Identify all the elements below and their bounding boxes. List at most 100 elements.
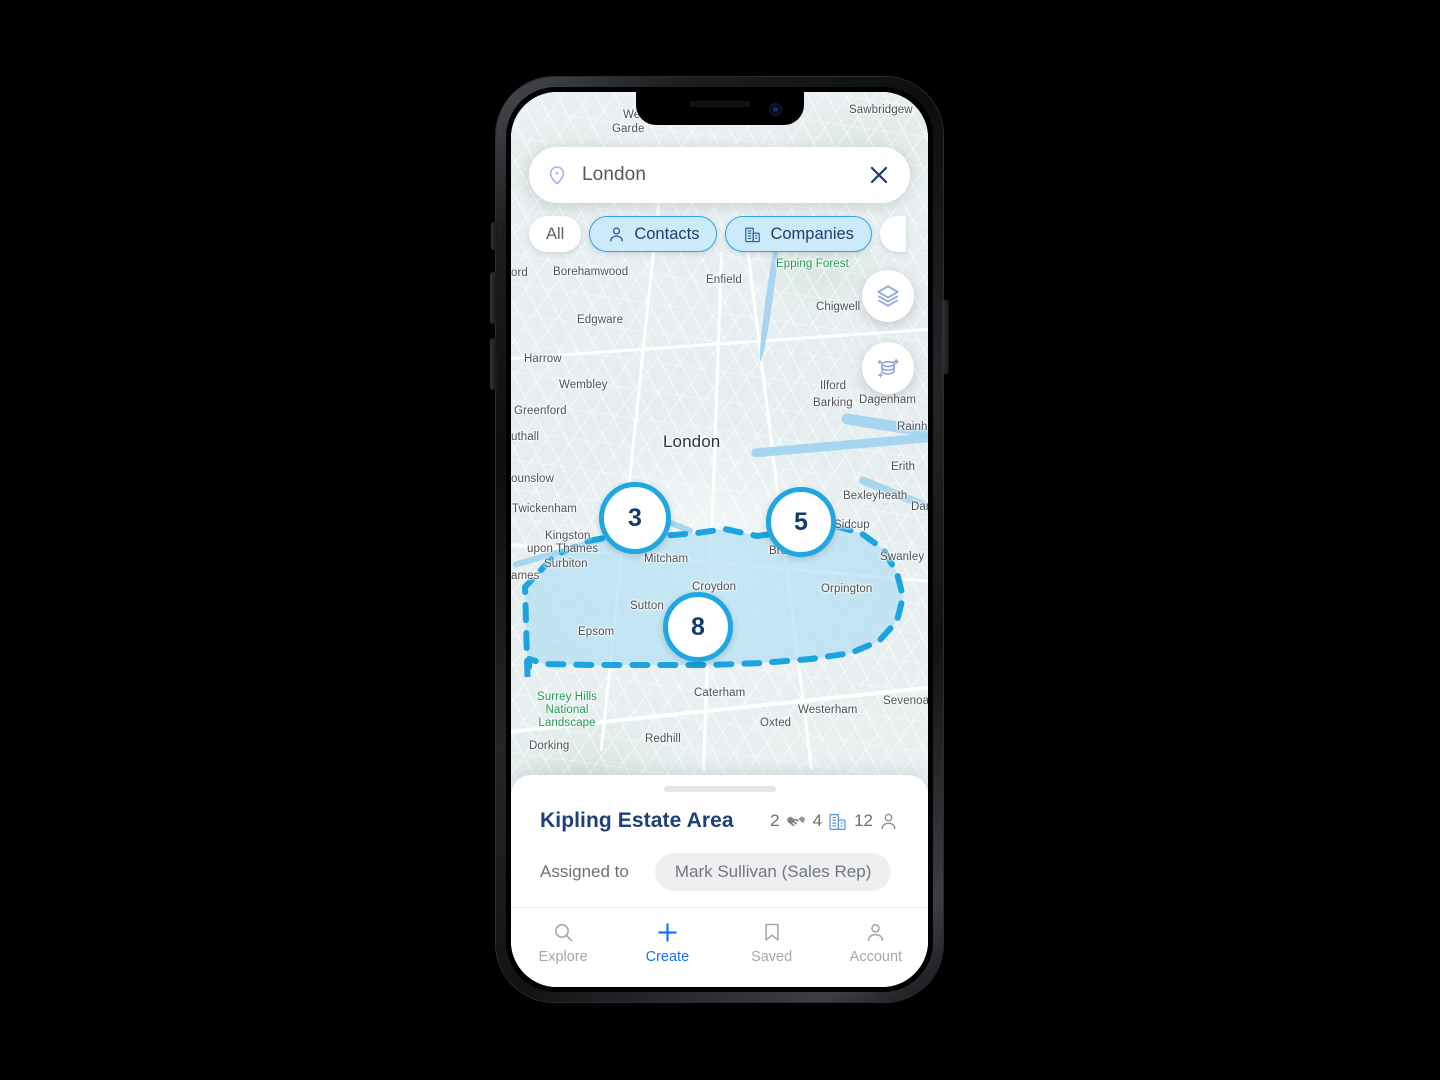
screenshot-stage: Sawbridgew Wel Garde ord Borehamwood Enfield E… [0, 0, 1440, 1080]
filter-chip-companies[interactable]: Companies [725, 216, 872, 252]
map-label: Greenford [514, 405, 567, 417]
earpiece-speaker [688, 101, 751, 107]
map-label: Rainha [897, 421, 928, 433]
map-label: Westerham [798, 704, 858, 716]
filter-chip-row[interactable]: All Contacts Companies [529, 216, 928, 252]
tab-account[interactable]: Account [824, 919, 928, 965]
park-line-1: Surrey Hills [537, 691, 597, 703]
search-input[interactable]: London [582, 164, 866, 186]
front-camera-icon [768, 103, 782, 116]
map-label: Sevenoa [883, 695, 928, 707]
map-label: Surbiton [544, 558, 588, 570]
map-label: Garde [612, 123, 645, 135]
tab-saved-icon-wrap [761, 919, 783, 945]
map-label: Epping Forest [776, 258, 849, 270]
filter-chip-all[interactable]: All [529, 216, 582, 252]
location-pin-icon [549, 166, 565, 185]
cluster-marker[interactable]: 3 [599, 482, 671, 554]
map-label: Orpington [821, 583, 873, 595]
territory-detail-sheet[interactable]: Kipling Estate Area 2 4 12 Assigned to M… [511, 775, 928, 907]
map-label: Dar [911, 501, 928, 513]
map-label: upon Thames [527, 543, 599, 555]
data-insights-button[interactable] [862, 342, 914, 394]
stat-deals: 2 [770, 810, 806, 832]
sheet-header: Kipling Estate Area 2 4 12 [540, 809, 899, 833]
layers-button[interactable] [862, 270, 914, 322]
map-label: Redhill [645, 733, 681, 745]
map-label: Sawbridgew [849, 104, 913, 116]
map-label: London [663, 432, 721, 451]
filter-chip-contacts[interactable]: Contacts [589, 216, 718, 252]
bottom-tab-bar[interactable]: Explore Create Saved Account [511, 907, 928, 987]
building-icon [829, 813, 846, 830]
map-label: Edgware [577, 314, 624, 326]
tab-account-icon-wrap [864, 919, 887, 945]
map-label: Ilford [820, 380, 847, 392]
filter-chip-companies-label: Companies [770, 224, 854, 243]
map-label: Borehamwood [553, 266, 629, 278]
phone-screen: Sawbridgew Wel Garde ord Borehamwood Enfield E… [511, 92, 928, 987]
mute-switch[interactable] [491, 222, 497, 250]
device-notch [635, 92, 804, 125]
territory-stats: 2 4 12 [770, 810, 899, 832]
bookmark-icon [764, 923, 779, 941]
map-label: Harrow [524, 353, 562, 365]
tab-saved[interactable]: Saved [720, 919, 824, 965]
map-label: Dagenham [859, 394, 917, 406]
map-label: Erith [891, 461, 916, 473]
person-icon [881, 813, 896, 829]
cluster-count: 8 [691, 612, 705, 641]
volume-down-button[interactable] [490, 338, 497, 390]
close-icon[interactable] [866, 162, 892, 188]
map-label: Enfield [706, 274, 742, 286]
stat-companies: 4 [813, 811, 848, 832]
map-label: Chigwell [816, 301, 861, 313]
layers-icon [877, 285, 899, 307]
sheet-drag-handle[interactable] [663, 786, 776, 792]
stat-contacts: 12 [854, 811, 899, 832]
search-icon [554, 923, 572, 941]
map-label: ames [511, 570, 540, 582]
map-label-park-block: Surrey Hills National Landscape [537, 691, 597, 731]
park-line-3: Landscape [538, 717, 596, 730]
stat-deals-value: 2 [770, 811, 780, 830]
assigned-user-pill[interactable]: Mark Sullivan (Sales Rep) [654, 853, 892, 891]
map-label: Sidcup [834, 519, 870, 531]
cluster-marker[interactable]: 5 [766, 487, 836, 557]
power-button[interactable] [942, 300, 949, 374]
filter-chip-overflow[interactable] [879, 216, 906, 252]
map-label: ounslow [511, 473, 554, 485]
map-label: ord [511, 267, 528, 279]
map-label: Sutton [630, 600, 664, 612]
tab-saved-label: Saved [751, 949, 793, 965]
cluster-count: 5 [794, 507, 808, 536]
map-label: uthall [511, 431, 540, 443]
tab-create-icon-wrap [655, 919, 680, 945]
map-label: Kingston [545, 530, 591, 542]
search-bar[interactable]: London [529, 147, 910, 203]
park-line-2: National [545, 704, 589, 717]
cluster-count: 3 [628, 503, 642, 532]
person-icon [610, 226, 624, 242]
tab-create-label: Create [645, 949, 690, 965]
filter-chip-contacts-label: Contacts [634, 224, 700, 243]
cluster-marker[interactable]: 8 [663, 592, 733, 662]
assigned-row: Assigned to Mark Sullivan (Sales Rep) [540, 853, 899, 891]
map-label: Wembley [559, 379, 608, 391]
tab-create[interactable]: Create [615, 919, 719, 965]
building-icon [745, 227, 761, 242]
stat-contacts-value: 12 [854, 811, 873, 830]
database-sparkle-icon [877, 358, 900, 378]
handshake-icon [786, 816, 805, 827]
map-label: Caterham [694, 687, 746, 699]
map-label: Barking [813, 397, 853, 409]
tab-account-label: Account [849, 949, 903, 965]
assigned-label: Assigned to [540, 862, 629, 881]
filter-chip-all-label: All [546, 224, 565, 243]
map-label: Twickenham [512, 503, 577, 515]
volume-up-button[interactable] [490, 272, 497, 324]
map-label: Dorking [529, 740, 570, 752]
tab-explore[interactable]: Explore [511, 919, 615, 965]
map-label: Oxted [760, 717, 792, 729]
plus-icon [658, 922, 677, 942]
